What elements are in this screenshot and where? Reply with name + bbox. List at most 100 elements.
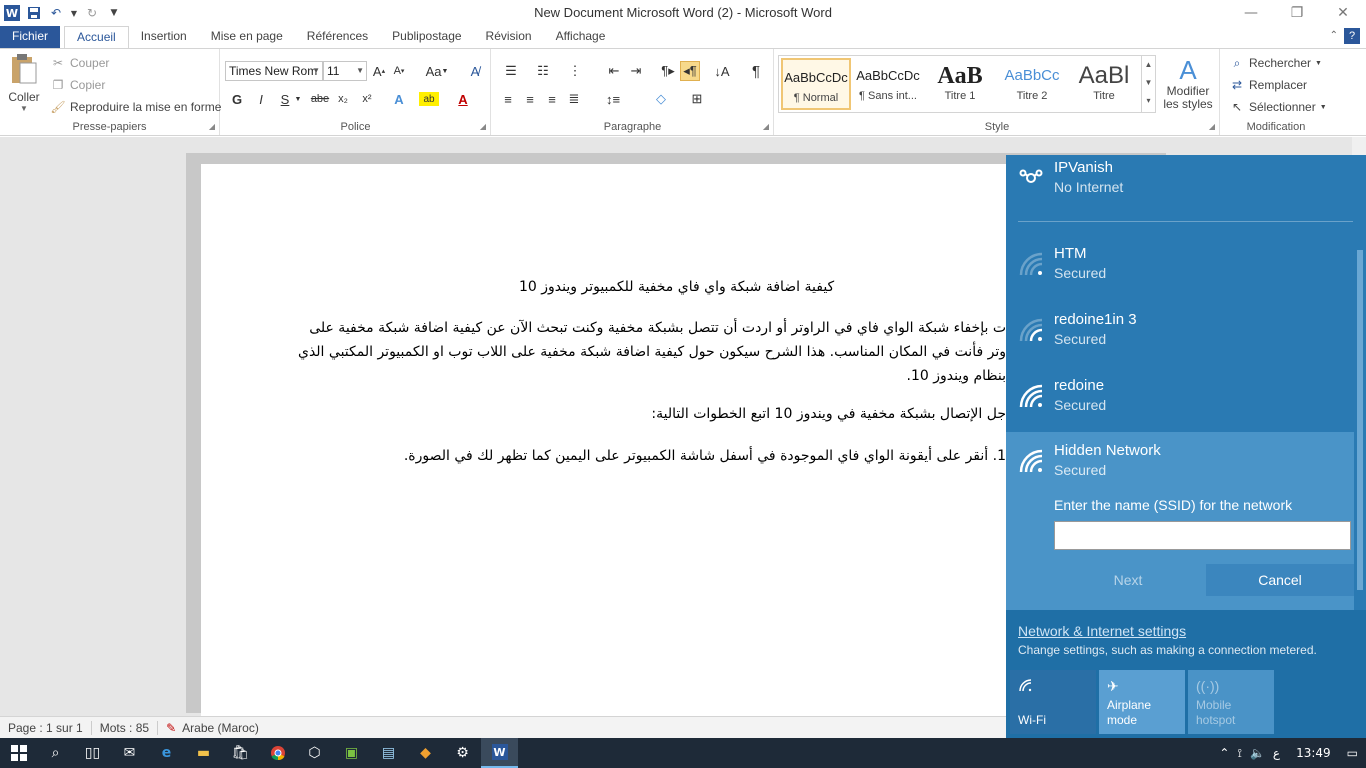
styles-launcher-icon[interactable]: ◢ — [1209, 122, 1215, 131]
numbering-icon[interactable]: ☷ — [530, 61, 556, 81]
style-normal[interactable]: AaBbCcDc ¶ Normal — [781, 58, 851, 110]
italic-button[interactable]: I — [251, 89, 271, 109]
app-green-icon[interactable]: ▣ — [333, 738, 370, 768]
app-gear-icon[interactable]: ⚙ — [444, 738, 481, 768]
find-button[interactable]: ⌕ Rechercher ▼ — [1229, 55, 1322, 71]
sort-icon[interactable]: ↓A — [712, 61, 732, 81]
ltr-direction-icon[interactable]: ¶▸ — [658, 61, 678, 81]
tab-mise-en-page[interactable]: Mise en page — [199, 26, 295, 48]
highlight-icon[interactable]: ab — [419, 92, 439, 106]
change-case-icon[interactable]: Aa ▼ — [423, 61, 451, 81]
multilevel-list-icon[interactable]: ⋮ — [562, 61, 588, 81]
paste-button[interactable]: Coller ▼ — [6, 53, 42, 113]
app-diamond-icon[interactable]: ◆ — [407, 738, 444, 768]
shrink-font-icon[interactable]: A ▾ — [389, 61, 409, 81]
tab-references[interactable]: Références — [295, 26, 380, 48]
network-item-htm[interactable]: HTM Secured — [1006, 235, 1354, 301]
app-notes-icon[interactable]: ▤ — [370, 738, 407, 768]
chrome-icon[interactable] — [259, 738, 296, 768]
collapse-ribbon-icon[interactable]: ⌃ — [1330, 30, 1338, 41]
strikethrough-button[interactable]: abe — [307, 89, 333, 109]
underline-dropdown-icon[interactable]: ▼ — [293, 89, 303, 109]
quick-action-airplane[interactable]: ✈ Airplane mode — [1099, 670, 1185, 734]
save-icon[interactable] — [26, 5, 42, 21]
tab-affichage[interactable]: Affichage — [544, 26, 618, 48]
select-button[interactable]: ↖ Sélectionner ▼ — [1229, 99, 1327, 115]
restore-button[interactable]: ❐ — [1274, 0, 1320, 26]
scroll-thumb[interactable] — [1357, 250, 1363, 590]
gallery-scroll[interactable]: ▲ ▼ ▾ — [1141, 56, 1155, 112]
word-taskbar-icon[interactable]: W — [481, 738, 518, 768]
network-settings-link[interactable]: Network & Internet settings — [1018, 623, 1186, 639]
minimize-button[interactable]: — — [1228, 0, 1274, 26]
undo-dropdown-icon[interactable]: ▼ — [70, 5, 78, 21]
text-effects-icon[interactable]: A — [389, 89, 409, 109]
format-painter-button[interactable]: 🖌 Reproduire la mise en forme — [50, 99, 221, 115]
file-explorer-icon[interactable]: ▬ — [185, 738, 222, 768]
page-count[interactable]: Page : 1 sur 1 — [0, 720, 92, 735]
tab-fichier[interactable]: Fichier — [0, 26, 61, 48]
mail-icon[interactable]: ✉ — [111, 738, 148, 768]
edge-icon[interactable]: e — [148, 738, 185, 768]
next-button[interactable]: Next — [1054, 564, 1202, 596]
network-item-ipvanish[interactable]: IPVanish No Internet — [1006, 155, 1354, 213]
customize-qat-icon[interactable]: ▼ — [106, 5, 122, 21]
clipboard-launcher-icon[interactable]: ◢ — [209, 122, 215, 131]
paste-dropdown-icon[interactable]: ▼ — [6, 104, 42, 113]
superscript-button[interactable]: x² — [357, 89, 377, 109]
increase-indent-icon[interactable]: ⇥ — [626, 61, 646, 81]
style-heading-1[interactable]: AaB Titre 1 — [925, 58, 995, 110]
input-language[interactable]: ع — [1273, 746, 1280, 760]
undo-icon[interactable]: ↶ — [48, 5, 64, 21]
quick-action-hotspot[interactable]: ((·)) Mobile hotspot — [1188, 670, 1274, 734]
underline-button[interactable]: S — [275, 89, 295, 109]
network-list-scrollbar[interactable] — [1354, 155, 1366, 610]
font-launcher-icon[interactable]: ◢ — [480, 122, 486, 131]
copy-button[interactable]: ❐ Copier — [50, 77, 106, 93]
font-name-combo[interactable]: Times New Rom ▼ — [225, 61, 323, 81]
borders-icon[interactable]: ⊞ — [684, 89, 710, 109]
modify-styles-button[interactable]: A Modifier les styles — [1160, 55, 1216, 111]
grow-font-icon[interactable]: A ▴ — [369, 61, 389, 81]
word-logo-icon[interactable]: W — [4, 5, 20, 21]
show-marks-button[interactable]: ¶ — [746, 61, 766, 81]
volume-icon[interactable]: 🔈 — [1250, 746, 1265, 760]
quick-action-wifi[interactable]: Wi-Fi — [1010, 670, 1096, 734]
tab-revision[interactable]: Révision — [474, 26, 544, 48]
align-center-icon[interactable]: ≡ — [520, 89, 540, 109]
network-item-redoine[interactable]: redoine Secured — [1006, 367, 1354, 433]
font-size-combo[interactable]: 11 ▼ — [323, 61, 367, 81]
style-no-spacing[interactable]: AaBbCcDc ¶ Sans int... — [853, 58, 923, 110]
notifications-icon[interactable]: ▭ — [1347, 746, 1358, 760]
store-icon[interactable]: 🛍 — [222, 738, 259, 768]
font-color-icon[interactable]: A — [453, 89, 473, 109]
style-title[interactable]: AaBl Titre — [1069, 58, 1139, 110]
rtl-direction-icon[interactable]: ◂¶ — [680, 61, 700, 81]
help-icon[interactable]: ? — [1344, 28, 1360, 44]
network-tray-icon[interactable]: ⟟ — [1237, 746, 1241, 761]
cancel-button[interactable]: Cancel — [1206, 564, 1354, 596]
bullets-icon[interactable]: ☰ — [498, 61, 524, 81]
subscript-button[interactable]: x₂ — [333, 89, 353, 109]
align-left-icon[interactable]: ≡ — [498, 89, 518, 109]
start-icon[interactable] — [0, 738, 37, 768]
close-button[interactable]: ✕ — [1320, 0, 1366, 26]
cut-button[interactable]: ✂ Couper — [50, 55, 109, 71]
network-item-redoine1in3[interactable]: redoine1in 3 Secured — [1006, 301, 1354, 367]
ssid-input[interactable] — [1054, 521, 1351, 550]
task-view-icon[interactable]: ▯▯ — [74, 738, 111, 768]
replace-button[interactable]: ⇄ Remplacer — [1229, 77, 1307, 93]
proofing-status[interactable]: ✎ Arabe (Maroc) — [158, 721, 267, 735]
chevron-up-icon[interactable]: ⌃ — [1219, 746, 1229, 760]
decrease-indent-icon[interactable]: ⇤ — [604, 61, 624, 81]
tab-accueil[interactable]: Accueil — [64, 26, 129, 48]
clear-formatting-icon[interactable]: A̸ — [465, 61, 485, 81]
tab-publipostage[interactable]: Publipostage — [380, 26, 473, 48]
clock[interactable]: 13:49 — [1288, 746, 1339, 760]
tab-insertion[interactable]: Insertion — [129, 26, 199, 48]
paragraph-launcher-icon[interactable]: ◢ — [763, 122, 769, 131]
search-icon[interactable]: ⌕ — [37, 738, 74, 768]
bold-button[interactable]: G — [227, 89, 247, 109]
app-3d-icon[interactable]: ⬡ — [296, 738, 333, 768]
word-count[interactable]: Mots : 85 — [92, 720, 159, 735]
